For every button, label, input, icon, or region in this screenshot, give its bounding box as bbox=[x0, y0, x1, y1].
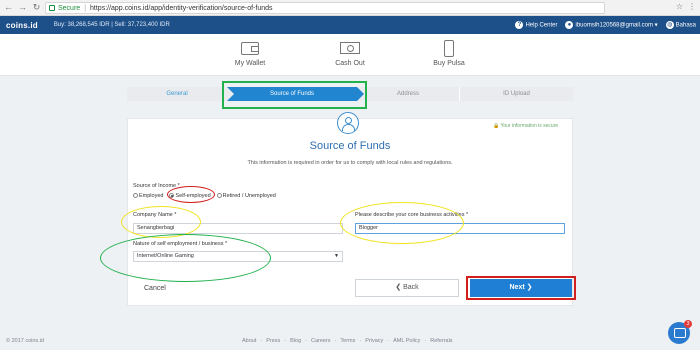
secure-note: 🔒 Your information is secure bbox=[493, 123, 559, 129]
footer-separator: · bbox=[284, 338, 287, 344]
progress-steps: General Source of Funds Address ID Uploa… bbox=[127, 87, 573, 101]
url-separator: | bbox=[84, 4, 87, 12]
nature-label: Nature of self employment / business * bbox=[133, 241, 228, 247]
footer-link-privacy[interactable]: Privacy bbox=[365, 338, 383, 344]
radio-self-employed[interactable]: Self-employed bbox=[169, 193, 211, 199]
star-icon[interactable]: ☆ bbox=[676, 2, 683, 11]
footer-link-careers[interactable]: Careers bbox=[311, 338, 331, 344]
user-icon: ● bbox=[565, 21, 574, 29]
business-activities-input[interactable]: Blogger bbox=[355, 223, 565, 234]
user-menu[interactable]: ● ibuomsih120568@gmail.com ▾ bbox=[565, 21, 658, 29]
browser-bar: ← → ↻ Secure | https://app.coins.id/app/… bbox=[0, 0, 700, 16]
app-header: coins.id Buy: 38,268,545 IDR | Sell: 37,… bbox=[0, 16, 700, 34]
copyright: © 2017 coins.id bbox=[6, 338, 44, 344]
wallet-icon bbox=[239, 39, 261, 57]
footer-link-aml-policy[interactable]: AML Policy bbox=[393, 338, 420, 344]
url-text: https://app.coins.id/app/identity-verifi… bbox=[90, 4, 273, 12]
menu-icon[interactable]: ⋮ bbox=[688, 2, 696, 11]
income-radio-group: Employed Self-employed Retired / Unemplo… bbox=[133, 193, 276, 199]
cash-icon bbox=[339, 39, 361, 57]
secure-label: Secure bbox=[58, 4, 81, 12]
radio-label: Retired / Unemployed bbox=[222, 193, 276, 199]
footer-separator: · bbox=[387, 338, 390, 344]
nav-my-wallet[interactable]: My Wallet bbox=[220, 39, 280, 67]
nature-selected-value: Internet/Online Gaming bbox=[137, 253, 194, 259]
radio-label: Self-employed bbox=[175, 193, 211, 199]
radio-label: Employed bbox=[139, 193, 164, 199]
chat-badge: 3 bbox=[684, 320, 692, 328]
company-label: Company Name * bbox=[133, 212, 177, 218]
language-selector[interactable]: ◍ Bahasa bbox=[665, 21, 696, 29]
caret-down-icon: ▼ bbox=[334, 253, 339, 259]
footer-link-blog[interactable]: Blog bbox=[290, 338, 301, 344]
nav-cash-out[interactable]: Cash Out bbox=[320, 39, 380, 67]
forward-arrow-icon[interactable]: → bbox=[17, 2, 28, 13]
business-label: Please describe your core business activ… bbox=[355, 212, 469, 218]
radio-circle bbox=[216, 193, 222, 199]
nav-label: Buy Pulsa bbox=[433, 60, 465, 67]
footer-separator: · bbox=[260, 338, 263, 344]
address-bar[interactable]: Secure | https://app.coins.id/app/identi… bbox=[45, 2, 605, 14]
help-label: Help Center bbox=[525, 22, 558, 29]
radio-retired[interactable]: Retired / Unemployed bbox=[216, 193, 276, 199]
step-label: Source of Funds bbox=[269, 91, 315, 97]
nav-buy-pulsa[interactable]: Buy Pulsa bbox=[419, 39, 479, 67]
user-email: ibuomsih120568@gmail.com bbox=[575, 22, 653, 29]
radio-circle bbox=[133, 193, 138, 199]
step-label: ID Upload bbox=[503, 91, 530, 97]
footer-separator: · bbox=[424, 338, 427, 344]
footer-link-referrals[interactable]: Referrals bbox=[430, 338, 452, 344]
logo[interactable]: coins.id bbox=[6, 21, 38, 30]
nav-label: Cash Out bbox=[335, 60, 365, 67]
footer: © 2017 coins.id About · Press · Blog · Care… bbox=[0, 338, 700, 350]
page-description: This information is required in order fo… bbox=[247, 160, 453, 166]
footer-separator: · bbox=[359, 338, 362, 344]
nav-label: My Wallet bbox=[234, 60, 266, 67]
step-id-upload: ID Upload bbox=[459, 87, 573, 101]
header-right: ? Help Center ● ibuomsih120568@gmail.com ▾… bbox=[515, 16, 696, 34]
browser-actions: ☆ ⋮ bbox=[676, 2, 696, 11]
help-icon: ? bbox=[515, 21, 524, 29]
footer-links: About · Press · Blog · Careers · Terms · Priv… bbox=[242, 338, 453, 344]
footer-link-terms[interactable]: Terms bbox=[340, 338, 355, 344]
price-ticker: Buy: 38,268,545 IDR | Sell: 37,723,400 I… bbox=[53, 22, 170, 28]
radio-employed[interactable]: Employed bbox=[133, 193, 163, 199]
globe-icon: ◍ bbox=[665, 21, 674, 29]
profile-icon bbox=[337, 112, 359, 134]
footer-link-about[interactable]: About bbox=[242, 338, 256, 344]
footer-link-press[interactable]: Press bbox=[266, 338, 280, 344]
income-label: Source of Income * bbox=[133, 183, 180, 189]
footer-separator: · bbox=[305, 338, 307, 344]
lock-icon bbox=[49, 5, 55, 11]
back-button[interactable]: ❮ Back bbox=[355, 279, 459, 297]
phone-icon bbox=[438, 39, 460, 57]
footer-separator: · bbox=[334, 338, 337, 344]
cancel-button[interactable]: Cancel bbox=[144, 285, 166, 292]
step-address: Address bbox=[357, 87, 459, 101]
sub-navigation: My Wallet Cash Out Buy Pulsa bbox=[0, 34, 700, 76]
help-center-link[interactable]: ? Help Center bbox=[515, 21, 557, 29]
back-arrow-icon[interactable]: ← bbox=[3, 2, 14, 13]
step-general[interactable]: General bbox=[127, 87, 227, 101]
reload-icon[interactable]: ↻ bbox=[31, 2, 42, 13]
next-button[interactable]: Next ❯ bbox=[470, 279, 572, 297]
language-label: Bahasa bbox=[675, 22, 696, 29]
nature-select[interactable]: Internet/Online Gaming ▼ bbox=[133, 251, 343, 262]
step-label: General bbox=[166, 91, 188, 97]
company-name-input[interactable]: Senangberbagi bbox=[133, 223, 343, 234]
step-source-of-funds: Source of Funds bbox=[227, 87, 364, 101]
step-label: Address bbox=[396, 91, 419, 97]
page-title: Source of Funds bbox=[309, 140, 391, 152]
radio-circle bbox=[169, 193, 175, 199]
